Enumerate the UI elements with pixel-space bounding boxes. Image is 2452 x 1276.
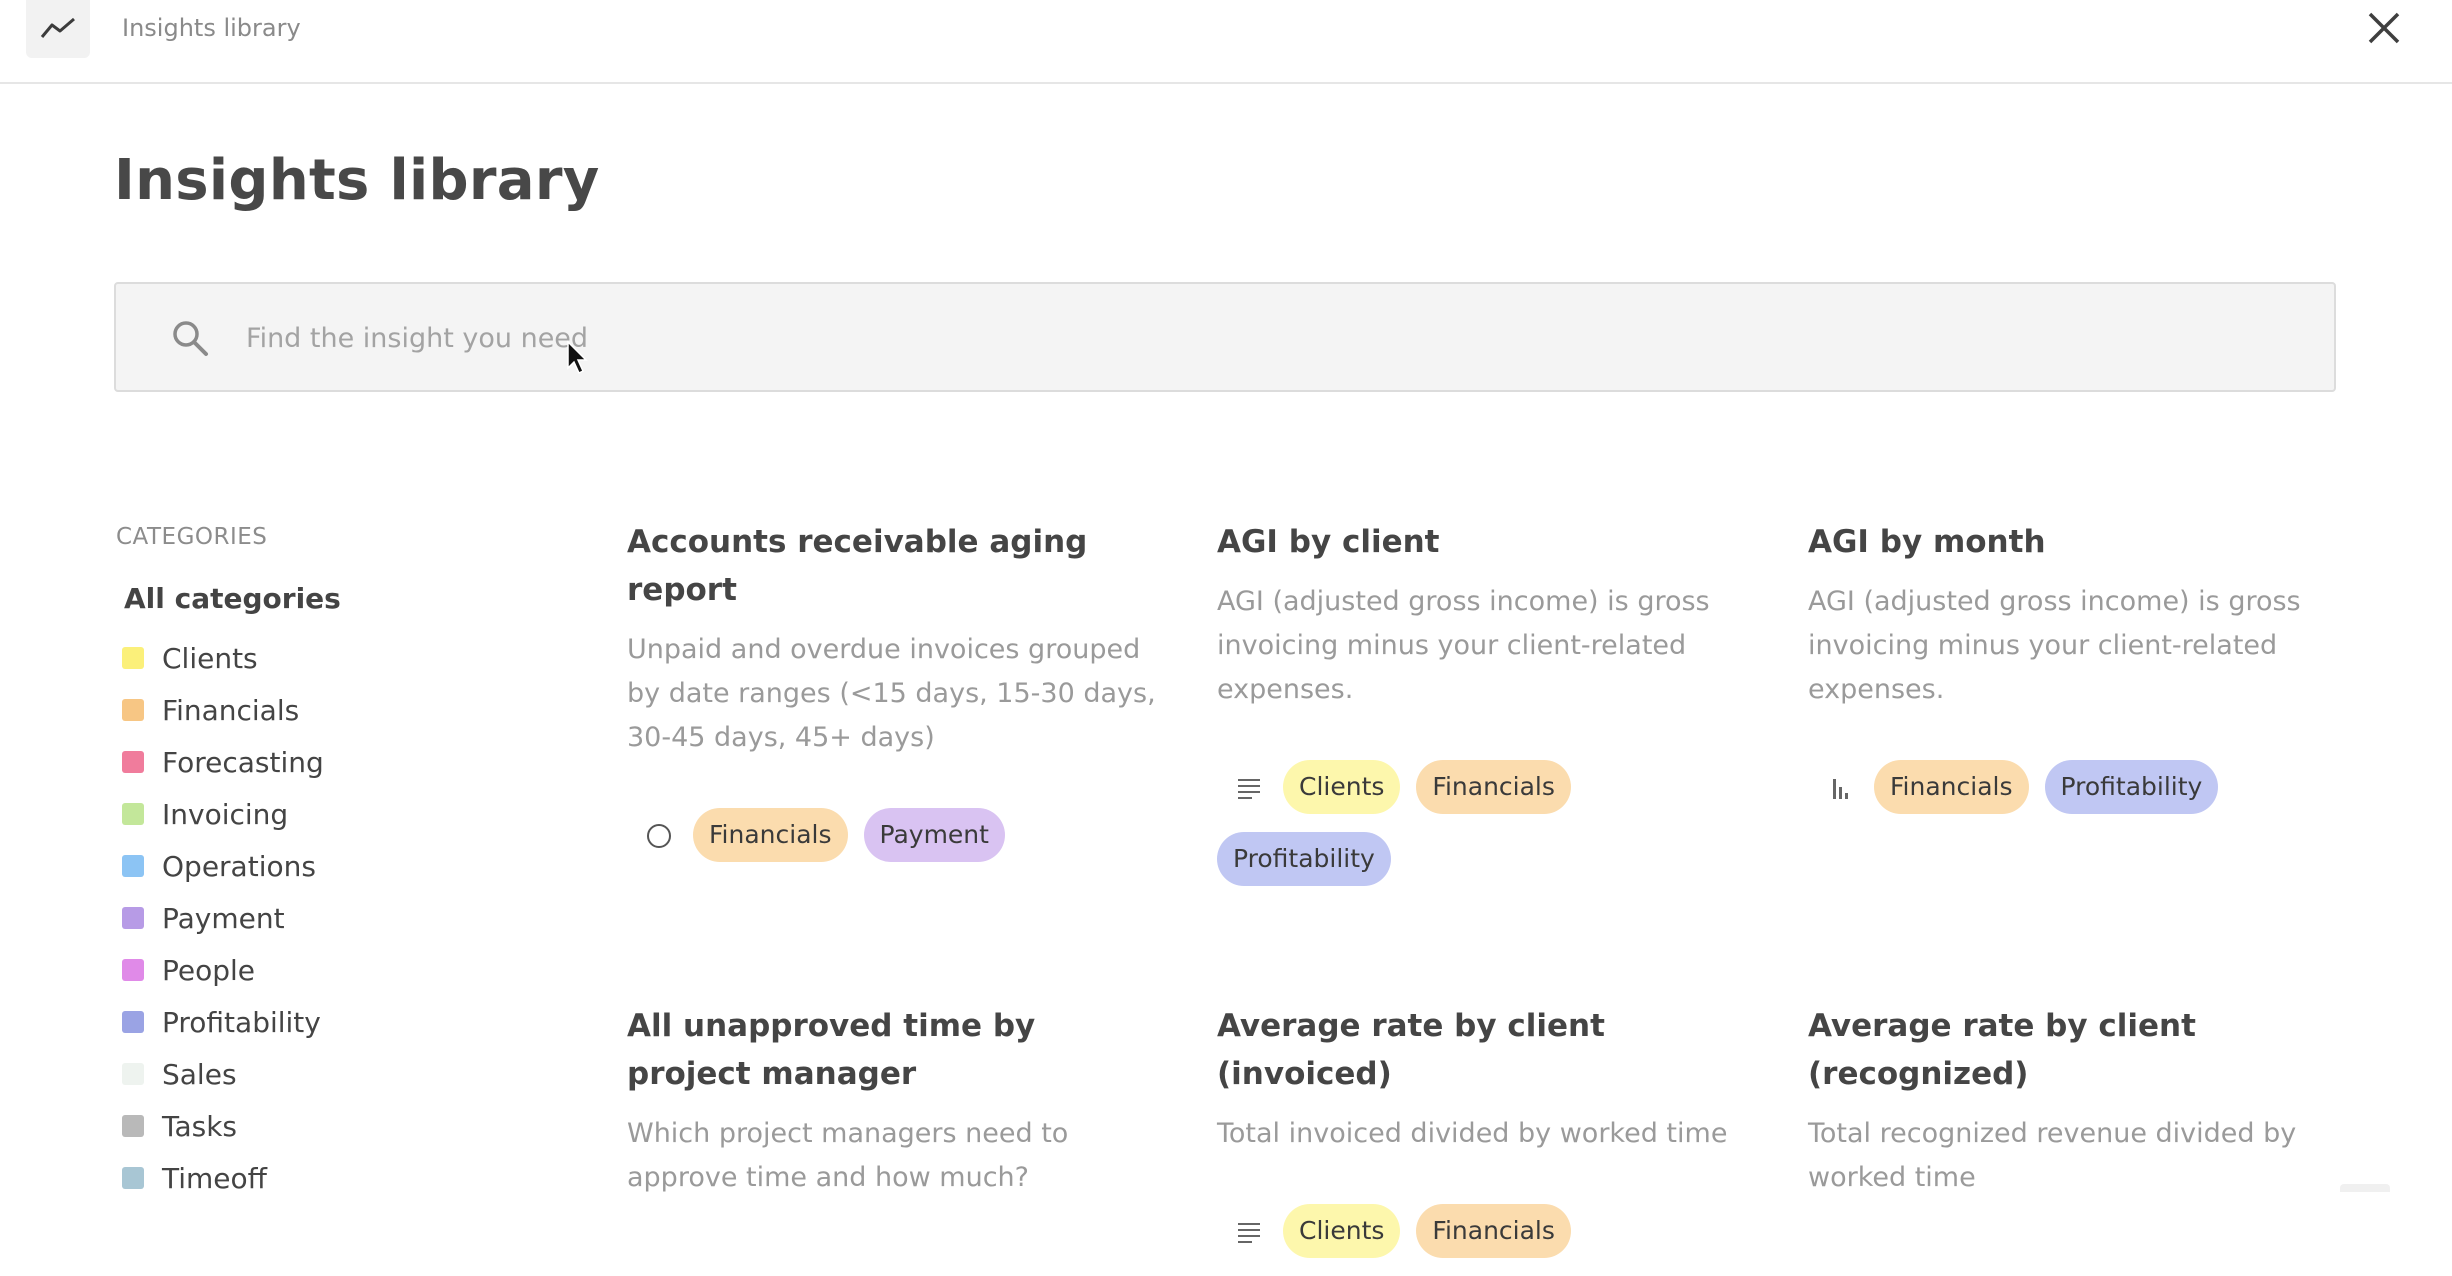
category-color-swatch	[122, 803, 144, 825]
tag-payment[interactable]: Payment	[863, 808, 1005, 862]
tag-profitability[interactable]: Profitability	[2044, 760, 2219, 814]
insight-card-title[interactable]: AGI by client	[1217, 518, 1757, 566]
category-color-swatch	[122, 751, 144, 773]
insight-card-title[interactable]: Average rate by client (recognized)	[1808, 1002, 2348, 1098]
close-button[interactable]	[2362, 6, 2406, 50]
tag-clients[interactable]: Clients	[1283, 1204, 1401, 1258]
tag-profitability[interactable]: Profitability	[1217, 832, 1391, 886]
category-label: Invoicing	[162, 797, 289, 831]
insight-card-description: AGI (adjusted gross income) is gross inv…	[1808, 586, 2301, 705]
category-item-tasks[interactable]: Tasks	[122, 1100, 324, 1152]
category-color-swatch	[122, 1011, 144, 1033]
insight-card[interactable]: AGI by month AGI (adjusted gross income) …	[1808, 518, 2348, 832]
category-item-people[interactable]: People	[122, 944, 324, 996]
category-item-payment[interactable]: Payment	[122, 892, 324, 944]
insight-card[interactable]: Accounts receivable aging report Unpaid a…	[627, 518, 1167, 880]
category-label: People	[162, 953, 256, 987]
table-icon	[1227, 1210, 1271, 1254]
insight-card-description: Total recognized revenue divided by work…	[1808, 1118, 2297, 1193]
page-title: Insights library	[114, 148, 600, 213]
insight-card-tags: Clients Financials Profitability	[1217, 760, 1757, 904]
pie-chart-icon	[637, 814, 681, 858]
trend-line-icon[interactable]	[26, 0, 90, 58]
search-icon	[173, 321, 208, 356]
search-box[interactable]	[114, 282, 2336, 392]
category-item-timeoff[interactable]: Timeoff	[122, 1152, 324, 1204]
category-list: Clients Financials Forecasting Invoicing Ope…	[122, 632, 324, 1204]
category-label: Clients	[162, 641, 258, 675]
category-label: Sales	[162, 1057, 237, 1091]
category-color-swatch	[122, 855, 144, 877]
category-item-clients[interactable]: Clients	[122, 632, 324, 684]
category-item-sales[interactable]: Sales	[122, 1048, 324, 1100]
insight-card-tags: Clients Financials	[1217, 1204, 1757, 1276]
tag-financials[interactable]: Financials	[693, 808, 848, 862]
close-icon	[2368, 12, 2400, 44]
category-label: Tasks	[162, 1109, 238, 1143]
insight-card-description: AGI (adjusted gross income) is gross inv…	[1217, 586, 1710, 705]
category-item-forecasting[interactable]: Forecasting	[122, 736, 324, 788]
category-color-swatch	[122, 1115, 144, 1137]
insight-card[interactable]: AGI by client AGI (adjusted gross income)…	[1217, 518, 1757, 904]
insight-card-tags: Financials Payment	[627, 808, 1167, 880]
category-label: Forecasting	[162, 745, 324, 779]
tag-financials[interactable]: Financials	[1416, 760, 1571, 814]
topbar-title: Insights library	[122, 14, 301, 42]
category-color-swatch	[122, 647, 144, 669]
insight-card-tags: Financials Profitability	[1808, 760, 2348, 832]
insight-card[interactable]: Average rate by client (recognized) Total…	[1808, 1002, 2348, 1200]
insight-card-title[interactable]: Average rate by client (invoiced)	[1217, 1002, 1757, 1098]
scrollbar-thumb[interactable]	[2340, 1184, 2390, 1192]
insight-card-title[interactable]: AGI by month	[1808, 518, 2348, 566]
category-item-invoicing[interactable]: Invoicing	[122, 788, 324, 840]
insight-card[interactable]: All unapproved time by project manager Wh…	[627, 1002, 1167, 1200]
insight-card-title[interactable]: Accounts receivable aging report	[627, 518, 1167, 614]
category-color-swatch	[122, 699, 144, 721]
insight-card[interactable]: Average rate by client (invoiced) Total i…	[1217, 1002, 1757, 1276]
insight-card-description: Which project managers need to approve t…	[627, 1118, 1069, 1193]
insight-card-description: Unpaid and overdue invoices grouped by d…	[627, 634, 1156, 753]
top-bar: Insights library	[0, 0, 2452, 84]
category-color-swatch	[122, 1063, 144, 1085]
category-label: Payment	[162, 901, 285, 935]
categories-heading: CATEGORIES	[116, 524, 268, 550]
mouse-cursor-icon	[567, 340, 588, 375]
bar-chart-icon	[1818, 766, 1862, 810]
category-label: Profitability	[162, 1005, 321, 1039]
category-label: Timeoff	[162, 1161, 267, 1195]
category-color-swatch	[122, 959, 144, 981]
category-item-financials[interactable]: Financials	[122, 684, 324, 736]
category-label: Financials	[162, 693, 300, 727]
category-color-swatch	[122, 1167, 144, 1189]
insight-card-title[interactable]: All unapproved time by project manager	[627, 1002, 1167, 1098]
category-item-profitability[interactable]: Profitability	[122, 996, 324, 1048]
category-color-swatch	[122, 907, 144, 929]
tag-financials[interactable]: Financials	[1874, 760, 2029, 814]
table-icon	[1227, 766, 1271, 810]
category-item-operations[interactable]: Operations	[122, 840, 324, 892]
insight-card-description: Total invoiced divided by worked time	[1217, 1118, 1728, 1149]
tag-clients[interactable]: Clients	[1283, 760, 1401, 814]
category-label: Operations	[162, 849, 316, 883]
tag-financials[interactable]: Financials	[1416, 1204, 1571, 1258]
category-all[interactable]: All categories	[124, 582, 341, 615]
search-input[interactable]	[244, 284, 2148, 392]
